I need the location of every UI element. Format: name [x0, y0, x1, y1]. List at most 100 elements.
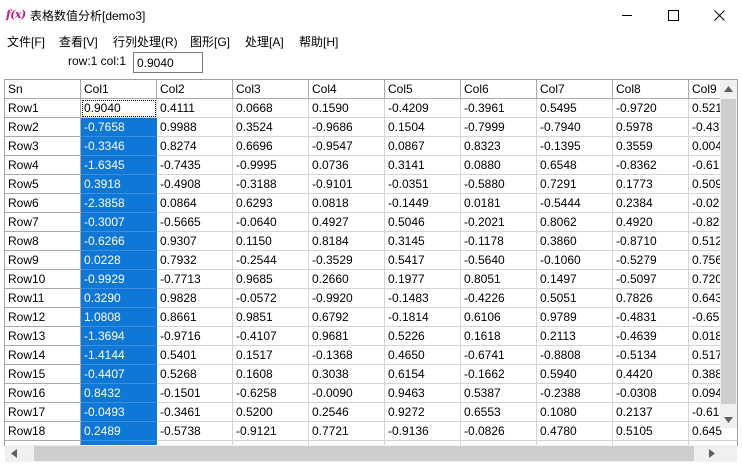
- grid-cell[interactable]: -0.4639: [613, 327, 689, 346]
- grid-cell[interactable]: 0.7721: [309, 422, 385, 441]
- grid-cell[interactable]: 0.0668: [233, 99, 309, 118]
- row-header[interactable]: Row15: [5, 365, 81, 384]
- grid-cell[interactable]: 0.9828: [157, 289, 233, 308]
- column-header[interactable]: Col1: [81, 80, 157, 99]
- grid-cell[interactable]: 0.7932: [157, 251, 233, 270]
- row-header[interactable]: Row11: [5, 289, 81, 308]
- grid-cell[interactable]: -1.3694: [81, 327, 157, 346]
- grid-cell[interactable]: -0.8808: [537, 346, 613, 365]
- row-header[interactable]: Row2: [5, 118, 81, 137]
- grid-cell[interactable]: -2.3858: [81, 194, 157, 213]
- cell-value-input[interactable]: [133, 52, 203, 73]
- grid-cell[interactable]: -0.0640: [233, 213, 309, 232]
- grid-cell[interactable]: 0.4920: [613, 213, 689, 232]
- grid-cell[interactable]: -0.5444: [537, 194, 613, 213]
- grid-cell[interactable]: 0.9307: [157, 232, 233, 251]
- close-button[interactable]: [696, 0, 742, 30]
- grid-cell[interactable]: 0.2384: [613, 194, 689, 213]
- menu-view[interactable]: 查看[V]: [59, 33, 98, 50]
- grid-cell[interactable]: 0.9851: [233, 308, 309, 327]
- grid-cell[interactable]: -0.9547: [309, 137, 385, 156]
- grid-cell[interactable]: -0.6266: [81, 232, 157, 251]
- grid-cell[interactable]: -0.7940: [537, 118, 613, 137]
- column-header[interactable]: Col5: [385, 80, 461, 99]
- grid-cell[interactable]: 0.2113: [537, 327, 613, 346]
- horizontal-scrollbar[interactable]: [5, 445, 720, 462]
- row-header[interactable]: Row5: [5, 175, 81, 194]
- grid-cell[interactable]: -0.3346: [81, 137, 157, 156]
- row-header[interactable]: Row3: [5, 137, 81, 156]
- grid-cell[interactable]: -1.4144: [81, 346, 157, 365]
- row-header[interactable]: Row10: [5, 270, 81, 289]
- grid-cell[interactable]: 0.5417: [385, 251, 461, 270]
- grid-cell[interactable]: 0.4111: [157, 99, 233, 118]
- grid-cell[interactable]: 0.0181: [461, 194, 537, 213]
- grid-cell[interactable]: -0.3188: [233, 175, 309, 194]
- row-header[interactable]: Row14: [5, 346, 81, 365]
- grid-cell[interactable]: 0.3524: [233, 118, 309, 137]
- grid-cell[interactable]: 0.1080: [537, 403, 613, 422]
- grid-cell[interactable]: -0.0090: [309, 384, 385, 403]
- grid-cell[interactable]: 0.2137: [613, 403, 689, 422]
- grid-cell[interactable]: -0.2544: [233, 251, 309, 270]
- menu-row-col[interactable]: 行列处理(R): [113, 33, 178, 50]
- row-header[interactable]: Row6: [5, 194, 81, 213]
- grid-cell[interactable]: -0.8710: [613, 232, 689, 251]
- grid-cell[interactable]: 0.9988: [157, 118, 233, 137]
- column-header[interactable]: Col7: [537, 80, 613, 99]
- grid-cell[interactable]: -0.1395: [537, 137, 613, 156]
- column-header[interactable]: Col4: [309, 80, 385, 99]
- grid-cell[interactable]: -0.5738: [157, 422, 233, 441]
- row-header[interactable]: Row8: [5, 232, 81, 251]
- grid-cell[interactable]: 0.3145: [385, 232, 461, 251]
- grid-cell[interactable]: 0.5046: [385, 213, 461, 232]
- grid-cell[interactable]: 0.8661: [157, 308, 233, 327]
- grid-cell[interactable]: 0.0736: [309, 156, 385, 175]
- menu-help[interactable]: 帮助[H]: [299, 33, 338, 50]
- row-header[interactable]: Row7: [5, 213, 81, 232]
- grid-cell[interactable]: -0.2388: [537, 384, 613, 403]
- grid-cell[interactable]: -0.1483: [385, 289, 461, 308]
- grid-cell[interactable]: -0.0351: [385, 175, 461, 194]
- scroll-right-button[interactable]: [703, 445, 720, 462]
- vertical-scroll-thumb[interactable]: [721, 99, 736, 404]
- grid-cell[interactable]: -0.0493: [81, 403, 157, 422]
- grid-cell[interactable]: 0.0867: [385, 137, 461, 156]
- grid-cell[interactable]: -0.9720: [613, 99, 689, 118]
- grid-cell[interactable]: -0.9101: [309, 175, 385, 194]
- menu-process[interactable]: 处理[A]: [245, 33, 284, 50]
- grid-cell[interactable]: -0.5665: [157, 213, 233, 232]
- column-header[interactable]: Col2: [157, 80, 233, 99]
- grid-cell[interactable]: 0.3141: [385, 156, 461, 175]
- grid-cell[interactable]: 0.8184: [309, 232, 385, 251]
- row-header[interactable]: Row9: [5, 251, 81, 270]
- grid-cell[interactable]: 0.5268: [157, 365, 233, 384]
- grid-cell[interactable]: 0.9272: [385, 403, 461, 422]
- grid-cell[interactable]: -0.0826: [461, 422, 537, 441]
- grid-cell[interactable]: -0.1449: [385, 194, 461, 213]
- grid-cell[interactable]: 0.2489: [81, 422, 157, 441]
- grid-cell[interactable]: -0.4226: [461, 289, 537, 308]
- menu-file[interactable]: 文件[F]: [7, 33, 45, 50]
- grid-cell[interactable]: -0.3961: [461, 99, 537, 118]
- grid-cell[interactable]: -0.7658: [81, 118, 157, 137]
- grid-cell[interactable]: -0.9121: [233, 422, 309, 441]
- grid-cell[interactable]: -0.7435: [157, 156, 233, 175]
- maximize-button[interactable]: [650, 0, 696, 30]
- grid-cell[interactable]: -0.9716: [157, 327, 233, 346]
- grid-cell[interactable]: 0.1618: [461, 327, 537, 346]
- scroll-down-button[interactable]: [720, 411, 737, 428]
- grid-cell[interactable]: -0.3461: [157, 403, 233, 422]
- grid-cell[interactable]: 0.1608: [233, 365, 309, 384]
- grid-cell[interactable]: -0.1814: [385, 308, 461, 327]
- grid-cell[interactable]: -0.1368: [309, 346, 385, 365]
- grid-cell[interactable]: -0.9686: [309, 118, 385, 137]
- grid-cell[interactable]: 0.1517: [233, 346, 309, 365]
- grid-cell[interactable]: 0.0818: [309, 194, 385, 213]
- minimize-button[interactable]: [604, 0, 650, 30]
- grid-cell[interactable]: -0.1662: [461, 365, 537, 384]
- grid-cell[interactable]: 0.1773: [613, 175, 689, 194]
- grid-cell[interactable]: -0.3007: [81, 213, 157, 232]
- column-header[interactable]: Col3: [233, 80, 309, 99]
- grid-cell[interactable]: -0.3529: [309, 251, 385, 270]
